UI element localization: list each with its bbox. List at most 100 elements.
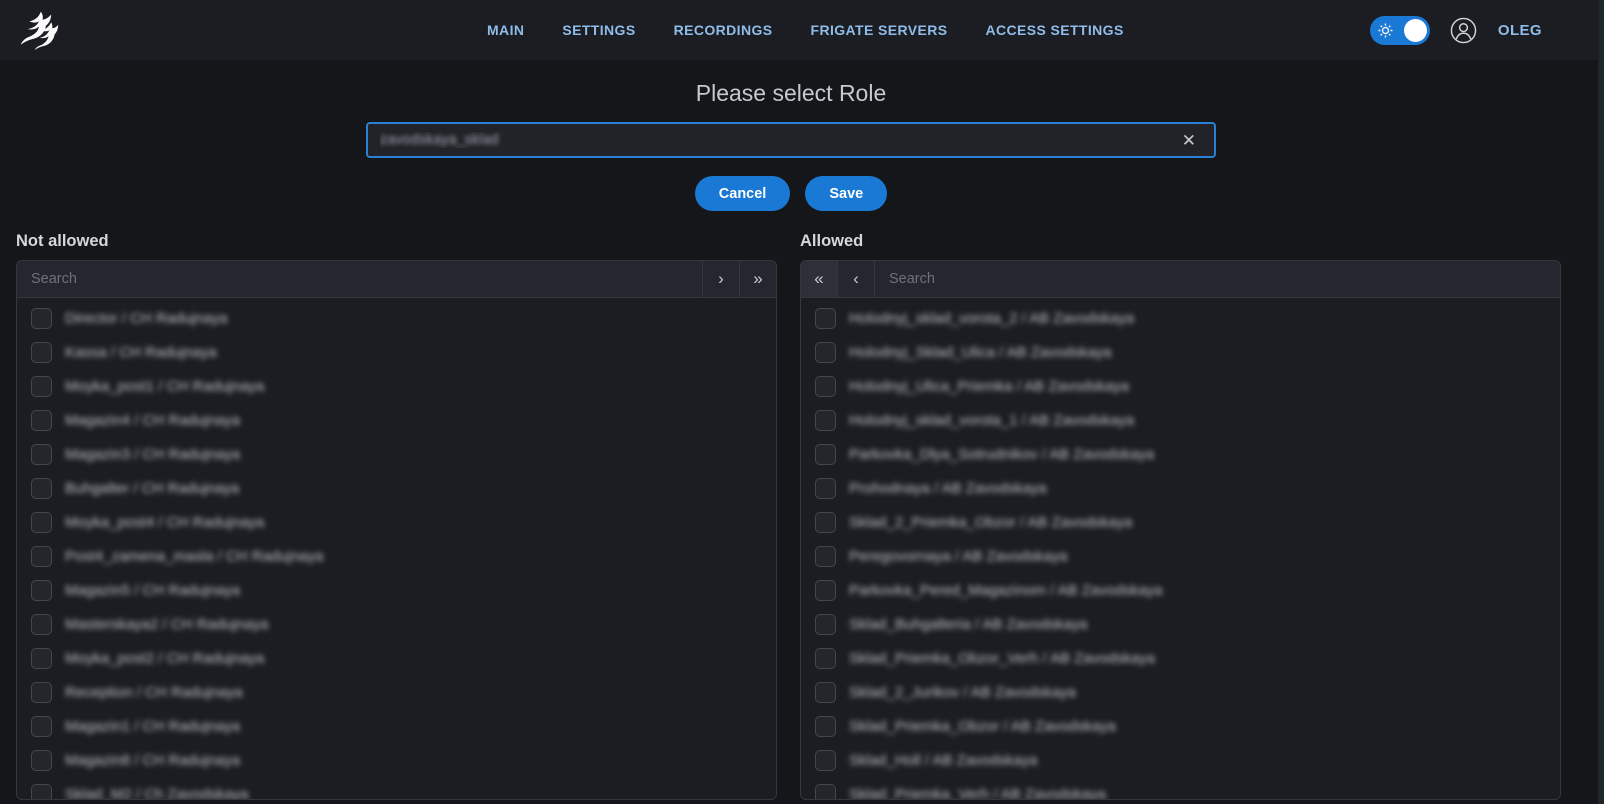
role-input-field: ✕ bbox=[366, 122, 1216, 158]
list-item[interactable]: Moyka_post1 / CH Radujnaya bbox=[17, 369, 776, 403]
item-checkbox[interactable] bbox=[815, 716, 836, 737]
list-item[interactable]: Masterskaya2 / CH Radujnaya bbox=[17, 607, 776, 641]
item-label: Magazin3 / CH Radujnaya bbox=[65, 446, 240, 463]
list-item[interactable]: Post4_zamena_masla / CH Radujnaya bbox=[17, 539, 776, 573]
item-checkbox[interactable] bbox=[815, 546, 836, 567]
list-item[interactable]: Peregovornaya / AB Zavodskaya bbox=[801, 539, 1560, 573]
action-buttons: Cancel Save bbox=[0, 176, 1582, 211]
list-item[interactable]: Moyka_post2 / CH Radujnaya bbox=[17, 641, 776, 675]
list-item[interactable]: Magazin5 / CH Radujnaya bbox=[17, 573, 776, 607]
allowed-list: Holodnyj_sklad_vorota_2 / AB Zavodskaya … bbox=[801, 298, 1560, 799]
item-checkbox[interactable] bbox=[815, 648, 836, 669]
item-checkbox[interactable] bbox=[815, 512, 836, 533]
item-checkbox[interactable] bbox=[31, 546, 52, 567]
item-checkbox[interactable] bbox=[31, 308, 52, 329]
list-item[interactable]: Sklad_Priemka_Obzor_Verh / AB Zavodskaya bbox=[801, 641, 1560, 675]
item-label: Kassa / CH Radujnaya bbox=[65, 344, 217, 361]
item-label: Buhgalter / CH Radujnaya bbox=[65, 480, 239, 497]
list-item[interactable]: Magazin4 / CH Radujnaya bbox=[17, 403, 776, 437]
username-label[interactable]: OLEG bbox=[1498, 22, 1542, 39]
item-checkbox[interactable] bbox=[31, 478, 52, 499]
item-checkbox[interactable] bbox=[31, 376, 52, 397]
nav-link[interactable]: ACCESS SETTINGS bbox=[985, 22, 1123, 38]
list-item[interactable]: Kassa / CH Radujnaya bbox=[17, 335, 776, 369]
move-all-left-button[interactable]: « bbox=[801, 261, 838, 297]
item-label: Sklad_2_Priemka_Obzor / AB Zavodskaya bbox=[849, 514, 1132, 531]
item-checkbox[interactable] bbox=[815, 376, 836, 397]
list-item[interactable]: Magazin1 / CH Radujnaya bbox=[17, 709, 776, 743]
item-checkbox[interactable] bbox=[31, 784, 52, 800]
item-checkbox[interactable] bbox=[815, 750, 836, 771]
nav-link[interactable]: RECORDINGS bbox=[674, 22, 773, 38]
item-label: Peregovornaya / AB Zavodskaya bbox=[849, 548, 1067, 565]
item-checkbox[interactable] bbox=[31, 750, 52, 771]
not-allowed-panel: › » Director / CH Radujnaya Kassa / CH R… bbox=[16, 260, 777, 800]
item-checkbox[interactable] bbox=[31, 342, 52, 363]
user-avatar-icon[interactable] bbox=[1450, 16, 1478, 44]
item-checkbox[interactable] bbox=[815, 784, 836, 800]
list-item[interactable]: Holodnyj_Ulica_Priemka / AB Zavodskaya bbox=[801, 369, 1560, 403]
list-item[interactable]: Sklad_2_Priemka_Obzor / AB Zavodskaya bbox=[801, 505, 1560, 539]
app-logo-birds-icon[interactable] bbox=[16, 8, 62, 52]
item-checkbox[interactable] bbox=[815, 410, 836, 431]
nav-link[interactable]: FRIGATE SERVERS bbox=[811, 22, 948, 38]
item-label: Moyka_post2 / CH Radujnaya bbox=[65, 650, 264, 667]
list-item[interactable]: Sklad_Priemka_Verh / AB Zavodskaya bbox=[801, 777, 1560, 799]
item-checkbox[interactable] bbox=[31, 444, 52, 465]
list-item[interactable]: Holodnyj_sklad_vorota_1 / AB Zavodskaya bbox=[801, 403, 1560, 437]
item-checkbox[interactable] bbox=[31, 410, 52, 431]
clear-input-icon[interactable]: ✕ bbox=[1176, 130, 1202, 151]
item-checkbox[interactable] bbox=[815, 682, 836, 703]
role-input[interactable] bbox=[380, 132, 1176, 148]
item-label: Sklad_Priemka_Verh / AB Zavodskaya bbox=[849, 786, 1106, 800]
page-title: Please select Role bbox=[0, 80, 1582, 107]
item-checkbox[interactable] bbox=[31, 512, 52, 533]
list-item[interactable]: Parkovka_Dlya_Sotrudnikov / AB Zavodskay… bbox=[801, 437, 1560, 471]
item-checkbox[interactable] bbox=[815, 580, 836, 601]
allowed-panel: « ‹ Holodnyj_sklad_vorota_2 / AB Zavodsk… bbox=[800, 260, 1561, 800]
item-checkbox[interactable] bbox=[31, 682, 52, 703]
page-scrollbar[interactable] bbox=[1598, 0, 1604, 804]
list-item[interactable]: Sklad_M2 / Ch Zavodskaya bbox=[17, 777, 776, 799]
item-checkbox[interactable] bbox=[815, 342, 836, 363]
list-item[interactable]: Holodnyj_sklad_vorota_2 / AB Zavodskaya bbox=[801, 301, 1560, 335]
item-checkbox[interactable] bbox=[31, 614, 52, 635]
nav-link[interactable]: SETTINGS bbox=[562, 22, 635, 38]
list-item[interactable]: Sklad_Priemka_Obzor / AB Zavodskaya bbox=[801, 709, 1560, 743]
list-item[interactable]: Sklad_2_Jurikov / AB Zavodskaya bbox=[801, 675, 1560, 709]
list-item[interactable]: Prohodnaya / AB Zavodskaya bbox=[801, 471, 1560, 505]
move-selected-right-button[interactable]: › bbox=[702, 261, 739, 297]
list-item[interactable]: Moyka_post4 / CH Radujnaya bbox=[17, 505, 776, 539]
list-item[interactable]: Parkovka_Pered_Magazinom / AB Zavodskaya bbox=[801, 573, 1560, 607]
list-item[interactable]: Magazin3 / CH Radujnaya bbox=[17, 437, 776, 471]
allowed-column: Allowed « ‹ Holodnyj_sklad_vorota_2 / AB… bbox=[800, 232, 1561, 800]
item-checkbox[interactable] bbox=[815, 308, 836, 329]
allowed-header: « ‹ bbox=[801, 261, 1560, 298]
move-all-right-button[interactable]: » bbox=[739, 261, 776, 297]
cancel-button[interactable]: Cancel bbox=[695, 176, 791, 211]
list-item[interactable]: Director / CH Radujnaya bbox=[17, 301, 776, 335]
item-label: Reception / CH Radujnaya bbox=[65, 684, 243, 701]
not-allowed-search-input[interactable] bbox=[17, 261, 702, 297]
transfer-panels: Not allowed › » Director / CH Radujnaya bbox=[0, 232, 1582, 800]
list-item[interactable]: Sklad_Holl / AB Zavodskaya bbox=[801, 743, 1560, 777]
item-checkbox[interactable] bbox=[31, 716, 52, 737]
main-content: Please select Role ✕ Cancel Save Not all… bbox=[0, 80, 1604, 800]
item-label: Sklad_Holl / AB Zavodskaya bbox=[849, 752, 1037, 769]
list-item[interactable]: Buhgalter / CH Radujnaya bbox=[17, 471, 776, 505]
item-checkbox[interactable] bbox=[815, 478, 836, 499]
list-item[interactable]: Reception / CH Radujnaya bbox=[17, 675, 776, 709]
item-checkbox[interactable] bbox=[815, 614, 836, 635]
allowed-search-input[interactable] bbox=[875, 261, 1560, 297]
theme-toggle[interactable] bbox=[1370, 16, 1430, 45]
move-selected-left-button[interactable]: ‹ bbox=[838, 261, 875, 297]
item-checkbox[interactable] bbox=[31, 648, 52, 669]
list-item[interactable]: Magazin8 / CH Radujnaya bbox=[17, 743, 776, 777]
list-item[interactable]: Holodnyj_Sklad_Ulica / AB Zavodskaya bbox=[801, 335, 1560, 369]
save-button[interactable]: Save bbox=[805, 176, 887, 211]
item-checkbox[interactable] bbox=[815, 444, 836, 465]
item-checkbox[interactable] bbox=[31, 580, 52, 601]
list-item[interactable]: Sklad_Buhgalteria / AB Zavodskaya bbox=[801, 607, 1560, 641]
item-label: Sklad_2_Jurikov / AB Zavodskaya bbox=[849, 684, 1076, 701]
nav-link[interactable]: MAIN bbox=[487, 22, 524, 38]
